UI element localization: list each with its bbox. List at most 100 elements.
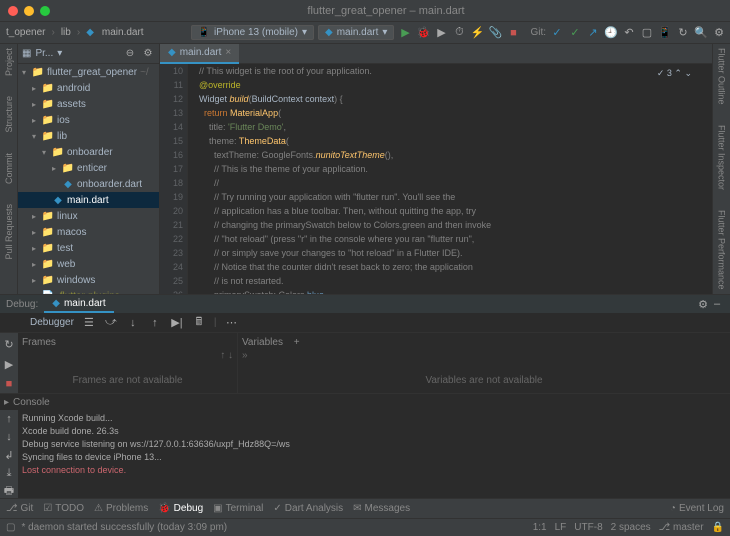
reload-button[interactable]: ↻ <box>676 26 690 40</box>
expand-icon[interactable]: ▸ <box>4 397 9 408</box>
encoding[interactable]: UTF-8 <box>574 522 602 533</box>
tree-row[interactable]: ▸📁android <box>18 80 159 96</box>
evaluate-icon[interactable]: 🖩 <box>192 316 206 330</box>
git-push-button[interactable]: ↗ <box>586 26 600 40</box>
git-tab[interactable]: ⎇ Git <box>6 503 33 514</box>
stop-button[interactable]: ■ <box>506 26 520 40</box>
maximize-window[interactable] <box>40 6 50 16</box>
dart-icon: ◆ <box>325 27 333 38</box>
threads-icon[interactable]: ☰ <box>82 316 96 330</box>
close-icon[interactable]: × <box>225 47 231 58</box>
breadcrumb[interactable]: lib <box>59 27 73 38</box>
print-icon[interactable]: 🖶 <box>2 484 16 498</box>
tree-row[interactable]: ▸📁macos <box>18 224 159 240</box>
scroll-end-icon[interactable]: ⤓ <box>2 466 16 480</box>
settings-button[interactable]: ⚙ <box>712 26 726 40</box>
tree-row[interactable]: ▸📁enticer <box>18 160 159 176</box>
git-branch[interactable]: ⎇ master <box>659 522 704 533</box>
git-history-button[interactable]: 🕘 <box>604 26 618 40</box>
tree-row[interactable]: ▾📁lib <box>18 128 159 144</box>
tool-windows-icon[interactable]: ▢ <box>6 522 15 533</box>
tree-row[interactable]: ◆main.dart <box>18 192 159 208</box>
terminal-tab[interactable]: ▣ Terminal <box>213 503 263 514</box>
breadcrumb[interactable]: main.dart <box>100 27 146 38</box>
soft-wrap-icon[interactable]: ↲ <box>2 448 16 462</box>
cursor-position[interactable]: 1:1 <box>533 522 547 533</box>
dart-icon: ◆ <box>52 298 60 309</box>
lock-icon[interactable]: 🔒 <box>712 522 724 533</box>
run-button[interactable]: ▶ <box>398 26 412 40</box>
search-button[interactable]: 🔍 <box>694 26 708 40</box>
minimize-icon[interactable]: – <box>710 297 724 311</box>
editor-tab[interactable]: ◆ main.dart × <box>160 44 239 64</box>
close-window[interactable] <box>8 6 18 16</box>
debug-tab[interactable]: ◆ main.dart <box>44 295 113 313</box>
code-area[interactable]: 1011121314151617181920212223242526 // Th… <box>160 64 712 294</box>
debug-button[interactable]: 🐞 <box>416 26 430 40</box>
run-config-selector[interactable]: ◆ main.dart ▾ <box>318 25 394 40</box>
tree-row[interactable]: ▾📁onboarder <box>18 144 159 160</box>
down-icon[interactable]: ↓ <box>2 430 16 444</box>
collapse-icon[interactable]: ⊖ <box>123 47 137 61</box>
problems-tab[interactable]: ⚠ Problems <box>94 503 148 514</box>
profile-button[interactable]: ⏱ <box>452 26 466 40</box>
tree-row[interactable]: ▸📁assets <box>18 96 159 112</box>
project-tree[interactable]: ▾📁flutter_great_opener~/▸📁android▸📁asset… <box>18 64 159 294</box>
rerun-icon[interactable]: ↻ <box>2 337 16 351</box>
flutter-performance-tool[interactable]: Flutter Performance <box>717 210 727 290</box>
add-icon[interactable]: + <box>294 337 300 348</box>
stop-icon[interactable]: ■ <box>2 377 16 391</box>
device-selector[interactable]: 📱 iPhone 13 (mobile) ▾ <box>191 25 314 40</box>
todo-tab[interactable]: ☑ TODO <box>43 503 84 514</box>
devtools-button[interactable]: ▢ <box>640 26 654 40</box>
tree-row[interactable]: ▸📁windows <box>18 272 159 288</box>
settings-icon[interactable]: ⚙ <box>696 297 710 311</box>
step-over-icon[interactable]: ⤻ <box>104 316 118 330</box>
coverage-button[interactable]: ▶ <box>434 26 448 40</box>
resume-icon[interactable]: ▶ <box>2 357 16 371</box>
git-commit-button[interactable]: ✓ <box>568 26 582 40</box>
tree-row[interactable]: ◆onboarder.dart <box>18 176 159 192</box>
debugger-tab[interactable]: Debugger <box>30 317 74 328</box>
status-bar: ▢ * daemon started successfully (today 3… <box>0 518 730 536</box>
tree-row[interactable]: ▾📁flutter_great_opener~/ <box>18 64 159 80</box>
hot-reload-button[interactable]: ⚡ <box>470 26 484 40</box>
event-log[interactable]: ◔ Event Log <box>670 503 724 514</box>
more-icon[interactable]: ⋯ <box>225 316 239 330</box>
messages-tab[interactable]: ✉ Messages <box>353 503 410 514</box>
flutter-inspector-tool[interactable]: Flutter Inspector <box>717 125 727 190</box>
dart-analysis-tab[interactable]: ✓ Dart Analysis <box>273 503 343 514</box>
inspection-badge[interactable]: ✓ 3 ⌃ ⌄ <box>657 66 692 80</box>
step-out-icon[interactable]: ↑ <box>148 316 162 330</box>
code-lines[interactable]: // This widget is the root of your appli… <box>188 64 712 294</box>
tree-row[interactable]: ▸📁test <box>18 240 159 256</box>
flutter-outline-tool[interactable]: Flutter Outline <box>717 48 727 105</box>
indent[interactable]: 2 spaces <box>611 522 651 533</box>
breadcrumb[interactable]: t_opener <box>4 27 47 38</box>
up-icon[interactable]: ↑ <box>2 412 16 426</box>
commit-tool[interactable]: Commit <box>4 153 14 184</box>
attach-button[interactable]: 📎 <box>488 26 502 40</box>
tree-row[interactable]: ▸📁ios <box>18 112 159 128</box>
project-tool[interactable]: Project <box>4 48 14 76</box>
run-to-cursor-icon[interactable]: ▶| <box>170 316 184 330</box>
tree-row[interactable]: ▸📁web <box>18 256 159 272</box>
tree-row[interactable]: 📄.flutter-plugins <box>18 288 159 294</box>
git-update-button[interactable]: ✓ <box>550 26 564 40</box>
minimize-window[interactable] <box>24 6 34 16</box>
debug-panel: Debug: ◆ main.dart ⚙ – Debugger ☰ ⤻ ↓ ↑ … <box>0 294 730 498</box>
tree-row[interactable]: ▸📁linux <box>18 208 159 224</box>
settings-icon[interactable]: ⚙ <box>141 47 155 61</box>
line-separator[interactable]: LF <box>555 522 567 533</box>
pull-requests-tool[interactable]: Pull Requests <box>4 204 14 260</box>
debug-tab[interactable]: 🐞 Debug <box>158 503 203 514</box>
structure-tool[interactable]: Structure <box>4 96 14 133</box>
console-output[interactable]: Running Xcode build...Xcode build done. … <box>18 410 730 498</box>
flutter-inspector-button[interactable]: 📱 <box>658 26 672 40</box>
chevron-down-icon[interactable]: ▾ <box>57 48 62 59</box>
step-into-icon[interactable]: ↓ <box>126 316 140 330</box>
frames-panel: Frames ↑ ↓ Frames are not available <box>18 333 238 393</box>
console-label[interactable]: Console <box>13 397 50 408</box>
git-rollback-button[interactable]: ↶ <box>622 26 636 40</box>
left-tool-rail: Project Structure Commit Pull Requests <box>0 44 18 294</box>
